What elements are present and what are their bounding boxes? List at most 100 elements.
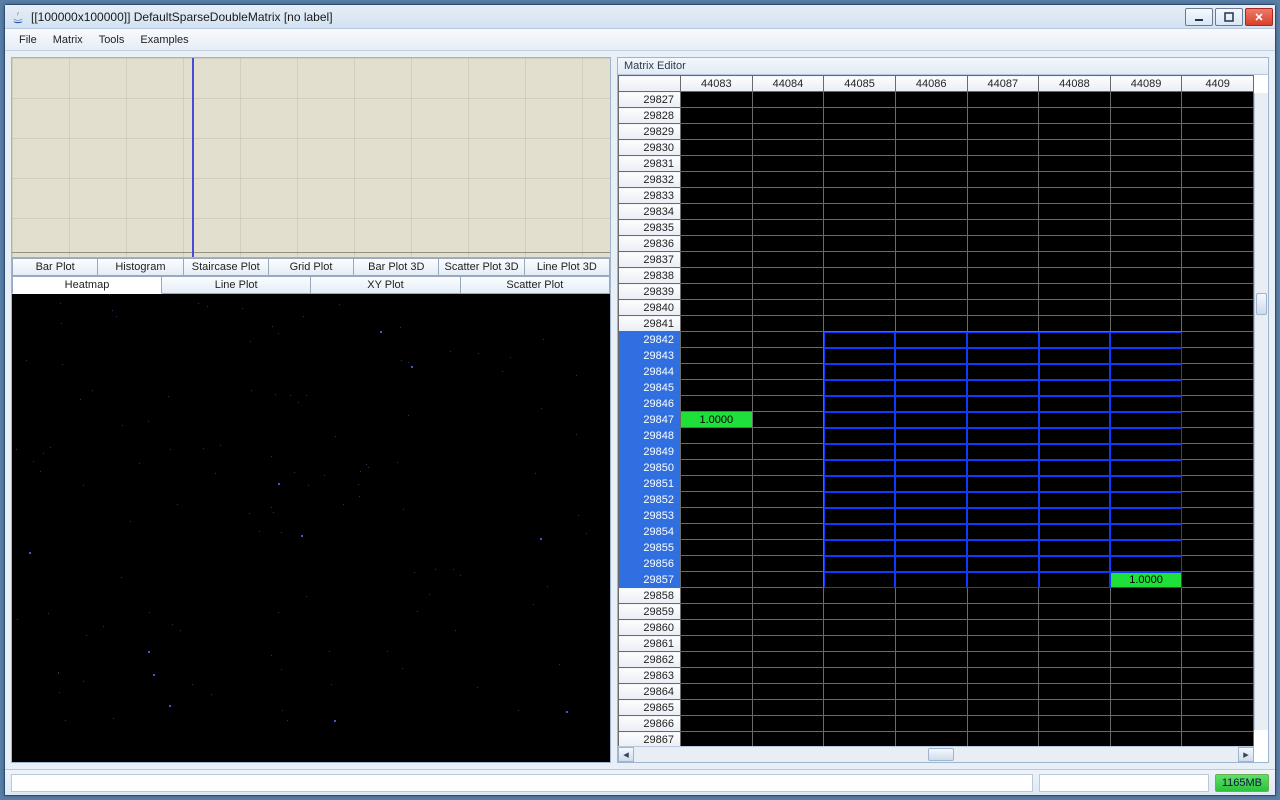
matrix-cell[interactable]: [824, 300, 896, 316]
matrix-cell[interactable]: [895, 332, 967, 348]
matrix-cell[interactable]: [824, 348, 896, 364]
matrix-cell[interactable]: [681, 508, 753, 524]
matrix-cell[interactable]: [1039, 540, 1111, 556]
matrix-cell[interactable]: [1039, 236, 1111, 252]
matrix-cell[interactable]: [681, 156, 753, 172]
matrix-cell[interactable]: [895, 380, 967, 396]
matrix-cell[interactable]: [895, 428, 967, 444]
matrix-cell[interactable]: [1110, 636, 1182, 652]
matrix-cell[interactable]: [1110, 668, 1182, 684]
matrix-cell[interactable]: [1110, 412, 1182, 428]
matrix-cell[interactable]: [752, 172, 824, 188]
matrix-cell[interactable]: [1182, 252, 1254, 268]
matrix-cell[interactable]: [752, 300, 824, 316]
vertical-scrollbar[interactable]: [1254, 93, 1268, 730]
matrix-cell[interactable]: [1110, 396, 1182, 412]
matrix-cell[interactable]: [824, 332, 896, 348]
matrix-cell[interactable]: [824, 508, 896, 524]
matrix-cell[interactable]: [681, 124, 753, 140]
matrix-cell[interactable]: [752, 188, 824, 204]
matrix-cell[interactable]: [967, 668, 1039, 684]
matrix-cell[interactable]: [752, 428, 824, 444]
matrix-cell[interactable]: [1110, 540, 1182, 556]
matrix-cell[interactable]: [752, 236, 824, 252]
matrix-cell[interactable]: [824, 380, 896, 396]
matrix-cell[interactable]: [967, 604, 1039, 620]
matrix-cell[interactable]: [1182, 300, 1254, 316]
heatmap-canvas[interactable]: [12, 294, 610, 762]
plot-preview[interactable]: [12, 58, 610, 258]
matrix-cell[interactable]: [824, 460, 896, 476]
matrix-cell[interactable]: [1182, 316, 1254, 332]
row-header[interactable]: 29846: [619, 396, 681, 412]
matrix-cell[interactable]: [824, 652, 896, 668]
matrix-cell[interactable]: [895, 236, 967, 252]
matrix-cell[interactable]: [681, 348, 753, 364]
matrix-cell[interactable]: [895, 540, 967, 556]
matrix-cell[interactable]: [1039, 300, 1111, 316]
matrix-cell[interactable]: [681, 380, 753, 396]
matrix-cell[interactable]: [967, 300, 1039, 316]
matrix-cell[interactable]: [967, 380, 1039, 396]
matrix-cell[interactable]: [1182, 236, 1254, 252]
matrix-cell[interactable]: [824, 732, 896, 747]
matrix-cell[interactable]: [752, 92, 824, 108]
tab-scatter-plot-3d[interactable]: Scatter Plot 3D: [439, 258, 524, 276]
matrix-cell[interactable]: [967, 348, 1039, 364]
row-header[interactable]: 29827: [619, 92, 681, 108]
matrix-cell[interactable]: [895, 172, 967, 188]
matrix-cell[interactable]: [1039, 572, 1111, 588]
matrix-cell[interactable]: [1182, 284, 1254, 300]
matrix-cell[interactable]: [752, 684, 824, 700]
matrix-cell[interactable]: [681, 572, 753, 588]
matrix-cell[interactable]: [895, 620, 967, 636]
hscroll-right-button[interactable]: ▸: [1238, 747, 1254, 762]
matrix-cell[interactable]: [967, 700, 1039, 716]
matrix-cell[interactable]: [1110, 92, 1182, 108]
matrix-cell[interactable]: [681, 428, 753, 444]
matrix-cell[interactable]: [1110, 476, 1182, 492]
row-header[interactable]: 29836: [619, 236, 681, 252]
row-header[interactable]: 29833: [619, 188, 681, 204]
matrix-cell[interactable]: [1110, 140, 1182, 156]
matrix-cell[interactable]: [1039, 252, 1111, 268]
col-header[interactable]: 44089: [1110, 76, 1182, 92]
matrix-cell[interactable]: [752, 412, 824, 428]
tab-histogram[interactable]: Histogram: [98, 258, 183, 276]
matrix-cell[interactable]: [895, 476, 967, 492]
matrix-cell[interactable]: [895, 220, 967, 236]
matrix-cell[interactable]: [752, 492, 824, 508]
matrix-cell[interactable]: [1039, 588, 1111, 604]
matrix-cell[interactable]: [1182, 572, 1254, 588]
matrix-cell[interactable]: [1182, 684, 1254, 700]
matrix-cell[interactable]: [1039, 348, 1111, 364]
matrix-cell[interactable]: [1039, 700, 1111, 716]
matrix-cell[interactable]: [681, 524, 753, 540]
matrix-cell[interactable]: [752, 668, 824, 684]
matrix-cell[interactable]: [824, 284, 896, 300]
matrix-cell[interactable]: [895, 412, 967, 428]
matrix-cell[interactable]: [895, 124, 967, 140]
matrix-cell[interactable]: [895, 460, 967, 476]
matrix-cell[interactable]: [1182, 220, 1254, 236]
matrix-cell[interactable]: [895, 508, 967, 524]
row-header[interactable]: 29853: [619, 508, 681, 524]
matrix-cell[interactable]: [895, 348, 967, 364]
matrix-cell[interactable]: [752, 108, 824, 124]
matrix-cell[interactable]: [1039, 92, 1111, 108]
matrix-cell[interactable]: [824, 204, 896, 220]
matrix-cell[interactable]: [895, 204, 967, 220]
matrix-cell[interactable]: [681, 316, 753, 332]
horizontal-scrollbar[interactable]: ◂ ▸: [618, 746, 1254, 762]
matrix-cell[interactable]: [681, 684, 753, 700]
matrix-cell[interactable]: [681, 92, 753, 108]
matrix-cell[interactable]: [752, 716, 824, 732]
matrix-cell[interactable]: [1110, 684, 1182, 700]
matrix-cell[interactable]: [681, 716, 753, 732]
matrix-cell[interactable]: [1182, 156, 1254, 172]
row-header[interactable]: 29850: [619, 460, 681, 476]
matrix-cell[interactable]: [681, 140, 753, 156]
matrix-cell[interactable]: [1182, 396, 1254, 412]
row-header[interactable]: 29834: [619, 204, 681, 220]
row-header[interactable]: 29828: [619, 108, 681, 124]
